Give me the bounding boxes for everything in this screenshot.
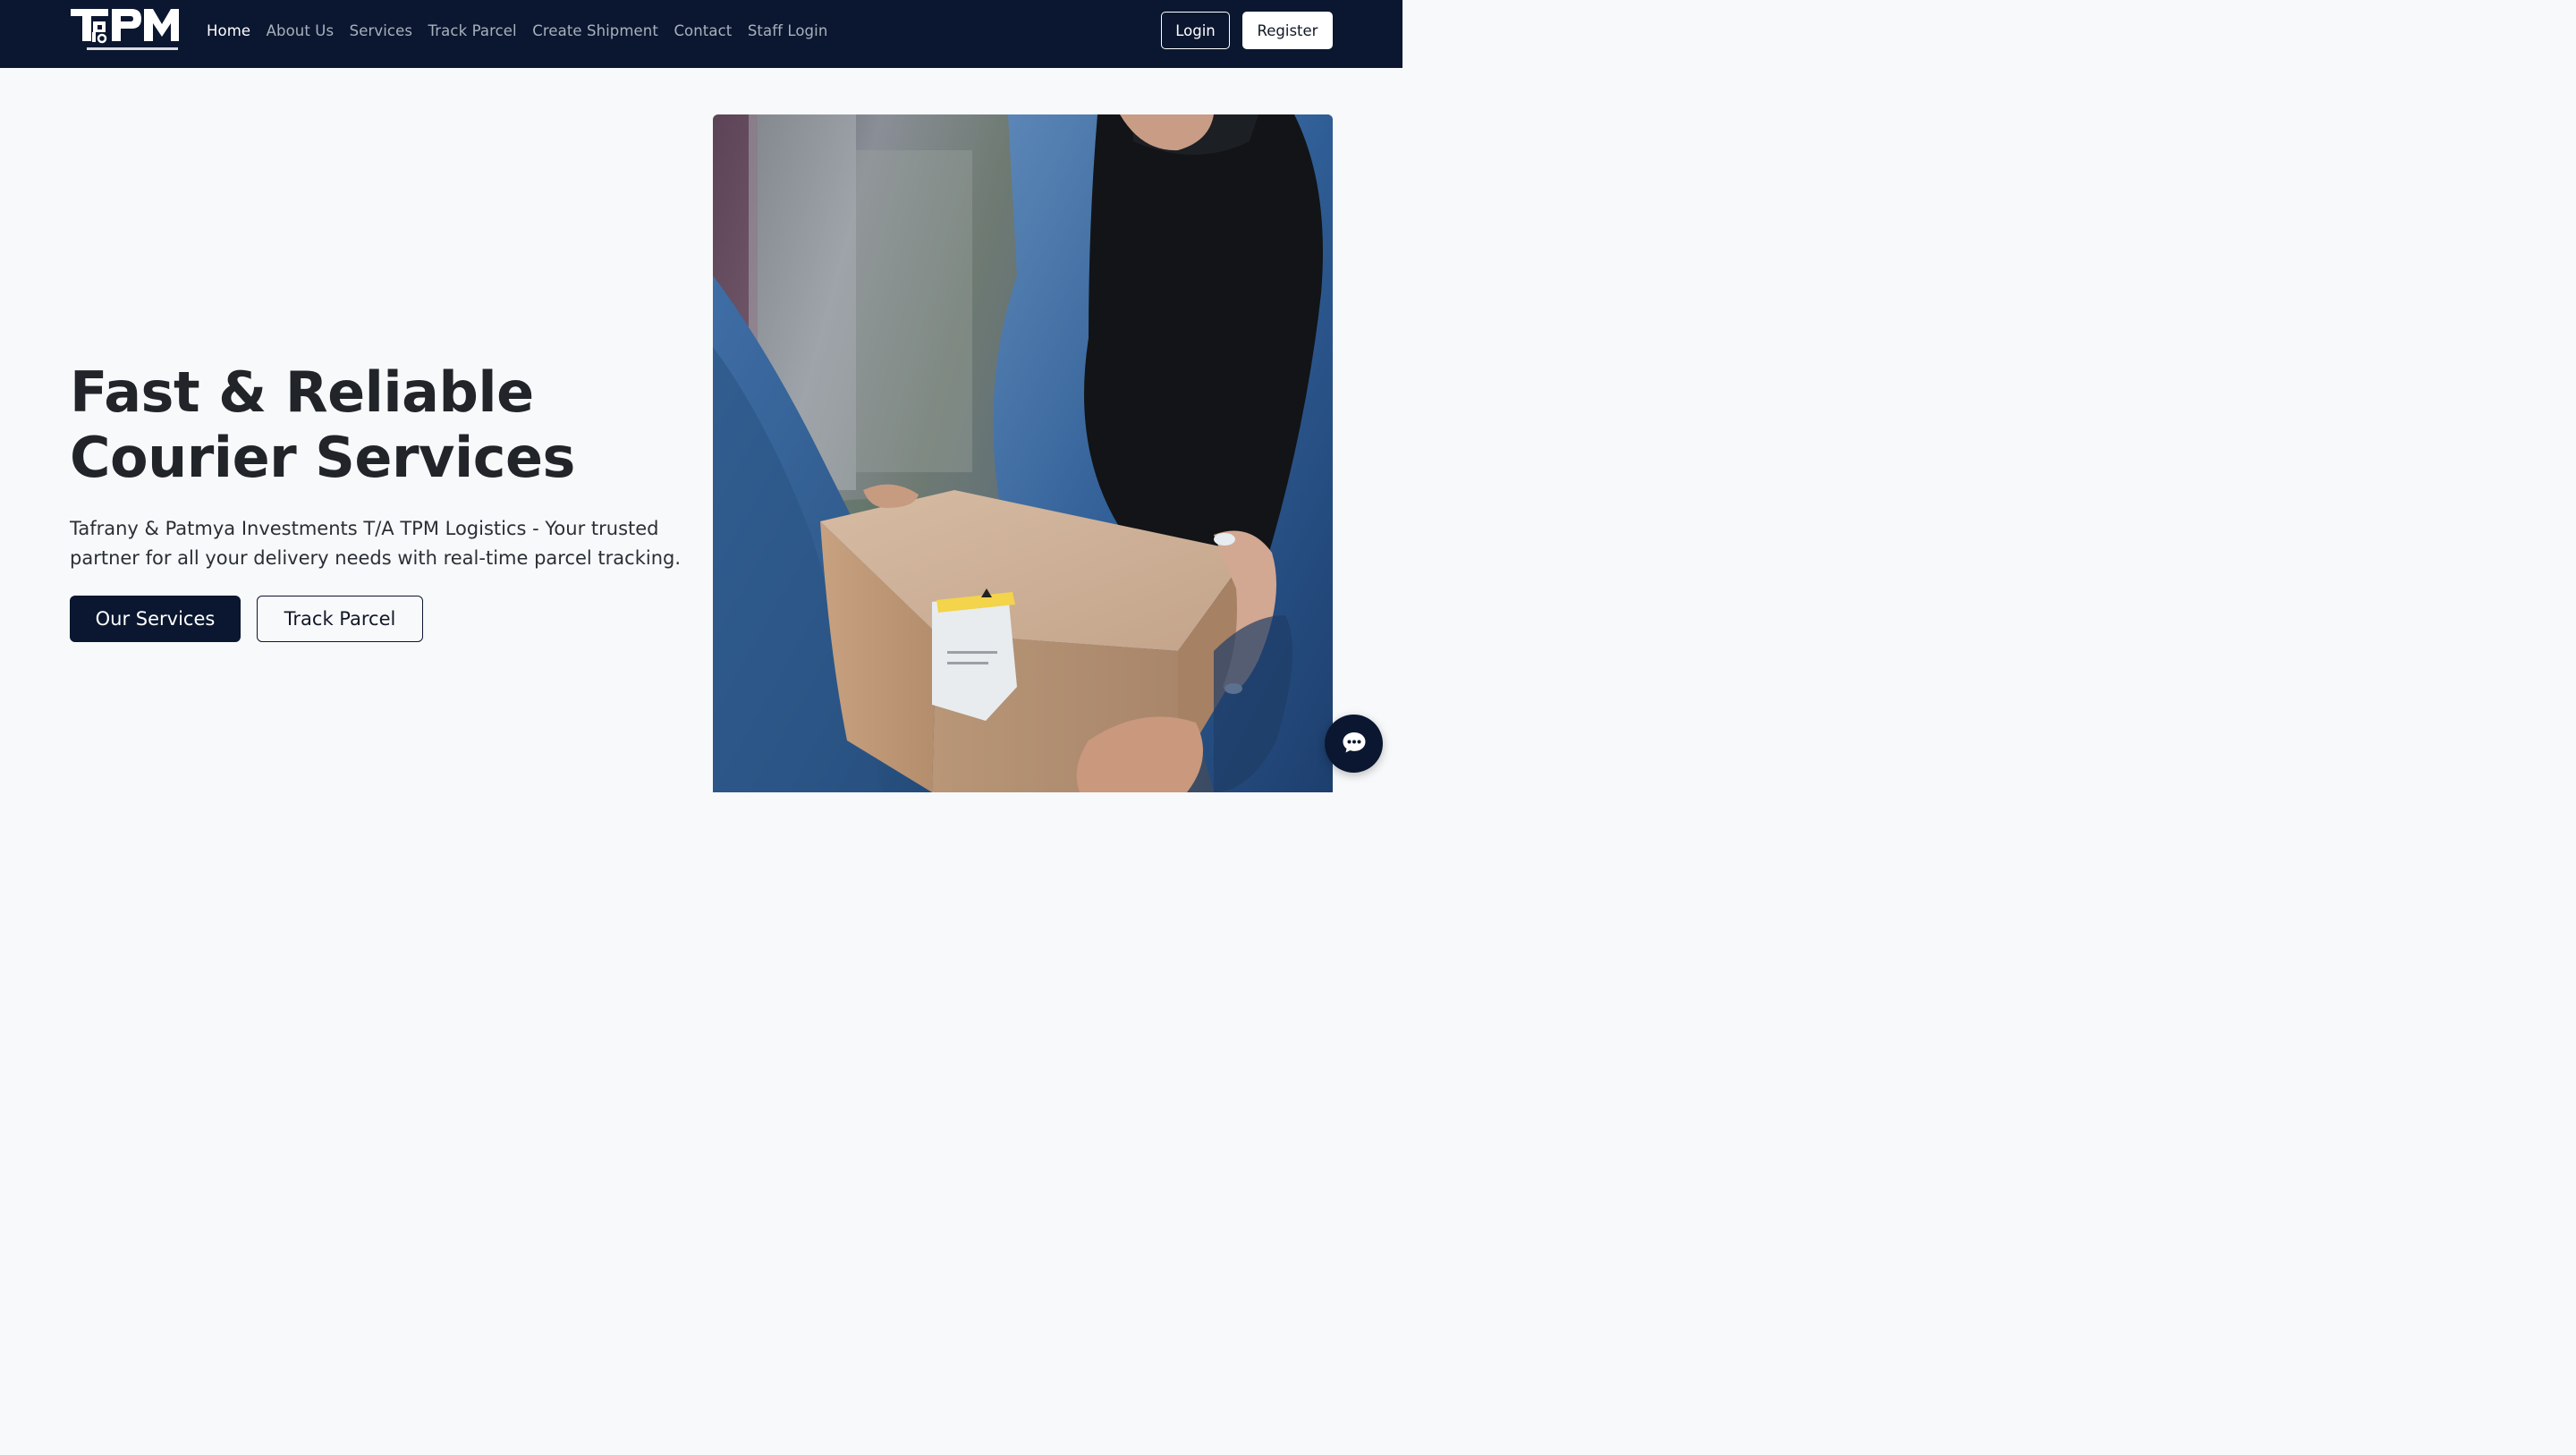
- login-button[interactable]: Login: [1161, 12, 1230, 49]
- register-button[interactable]: Register: [1242, 12, 1333, 49]
- chat-button[interactable]: [1325, 715, 1383, 773]
- navbar: Home About Us Services Track Parcel Crea…: [0, 0, 1402, 68]
- our-services-button[interactable]: Our Services: [70, 596, 241, 642]
- track-parcel-button[interactable]: Track Parcel: [257, 596, 423, 642]
- nav-contact[interactable]: Contact: [674, 22, 732, 39]
- nav-services[interactable]: Services: [350, 22, 412, 39]
- chat-bubble-icon: [1342, 731, 1367, 757]
- tpm-logo[interactable]: [71, 8, 180, 53]
- nav-create-shipment[interactable]: Create Shipment: [532, 22, 658, 39]
- main-nav: Home About Us Services Track Parcel Crea…: [207, 0, 827, 61]
- nav-home[interactable]: Home: [207, 22, 250, 39]
- hero-title-line-1: Fast & Reliable: [70, 360, 534, 425]
- hero-subtitle: Tafrany & Patmya Investments T/A TPM Log…: [70, 518, 682, 569]
- nav-about-us[interactable]: About Us: [267, 22, 335, 39]
- nav-staff-login[interactable]: Staff Login: [748, 22, 828, 39]
- hero-title-line-2: Courier Services: [70, 425, 575, 490]
- nav-track-parcel[interactable]: Track Parcel: [428, 22, 517, 39]
- hero-image: [713, 114, 1333, 792]
- hero-title: Fast & Reliable Courier Services: [70, 360, 642, 490]
